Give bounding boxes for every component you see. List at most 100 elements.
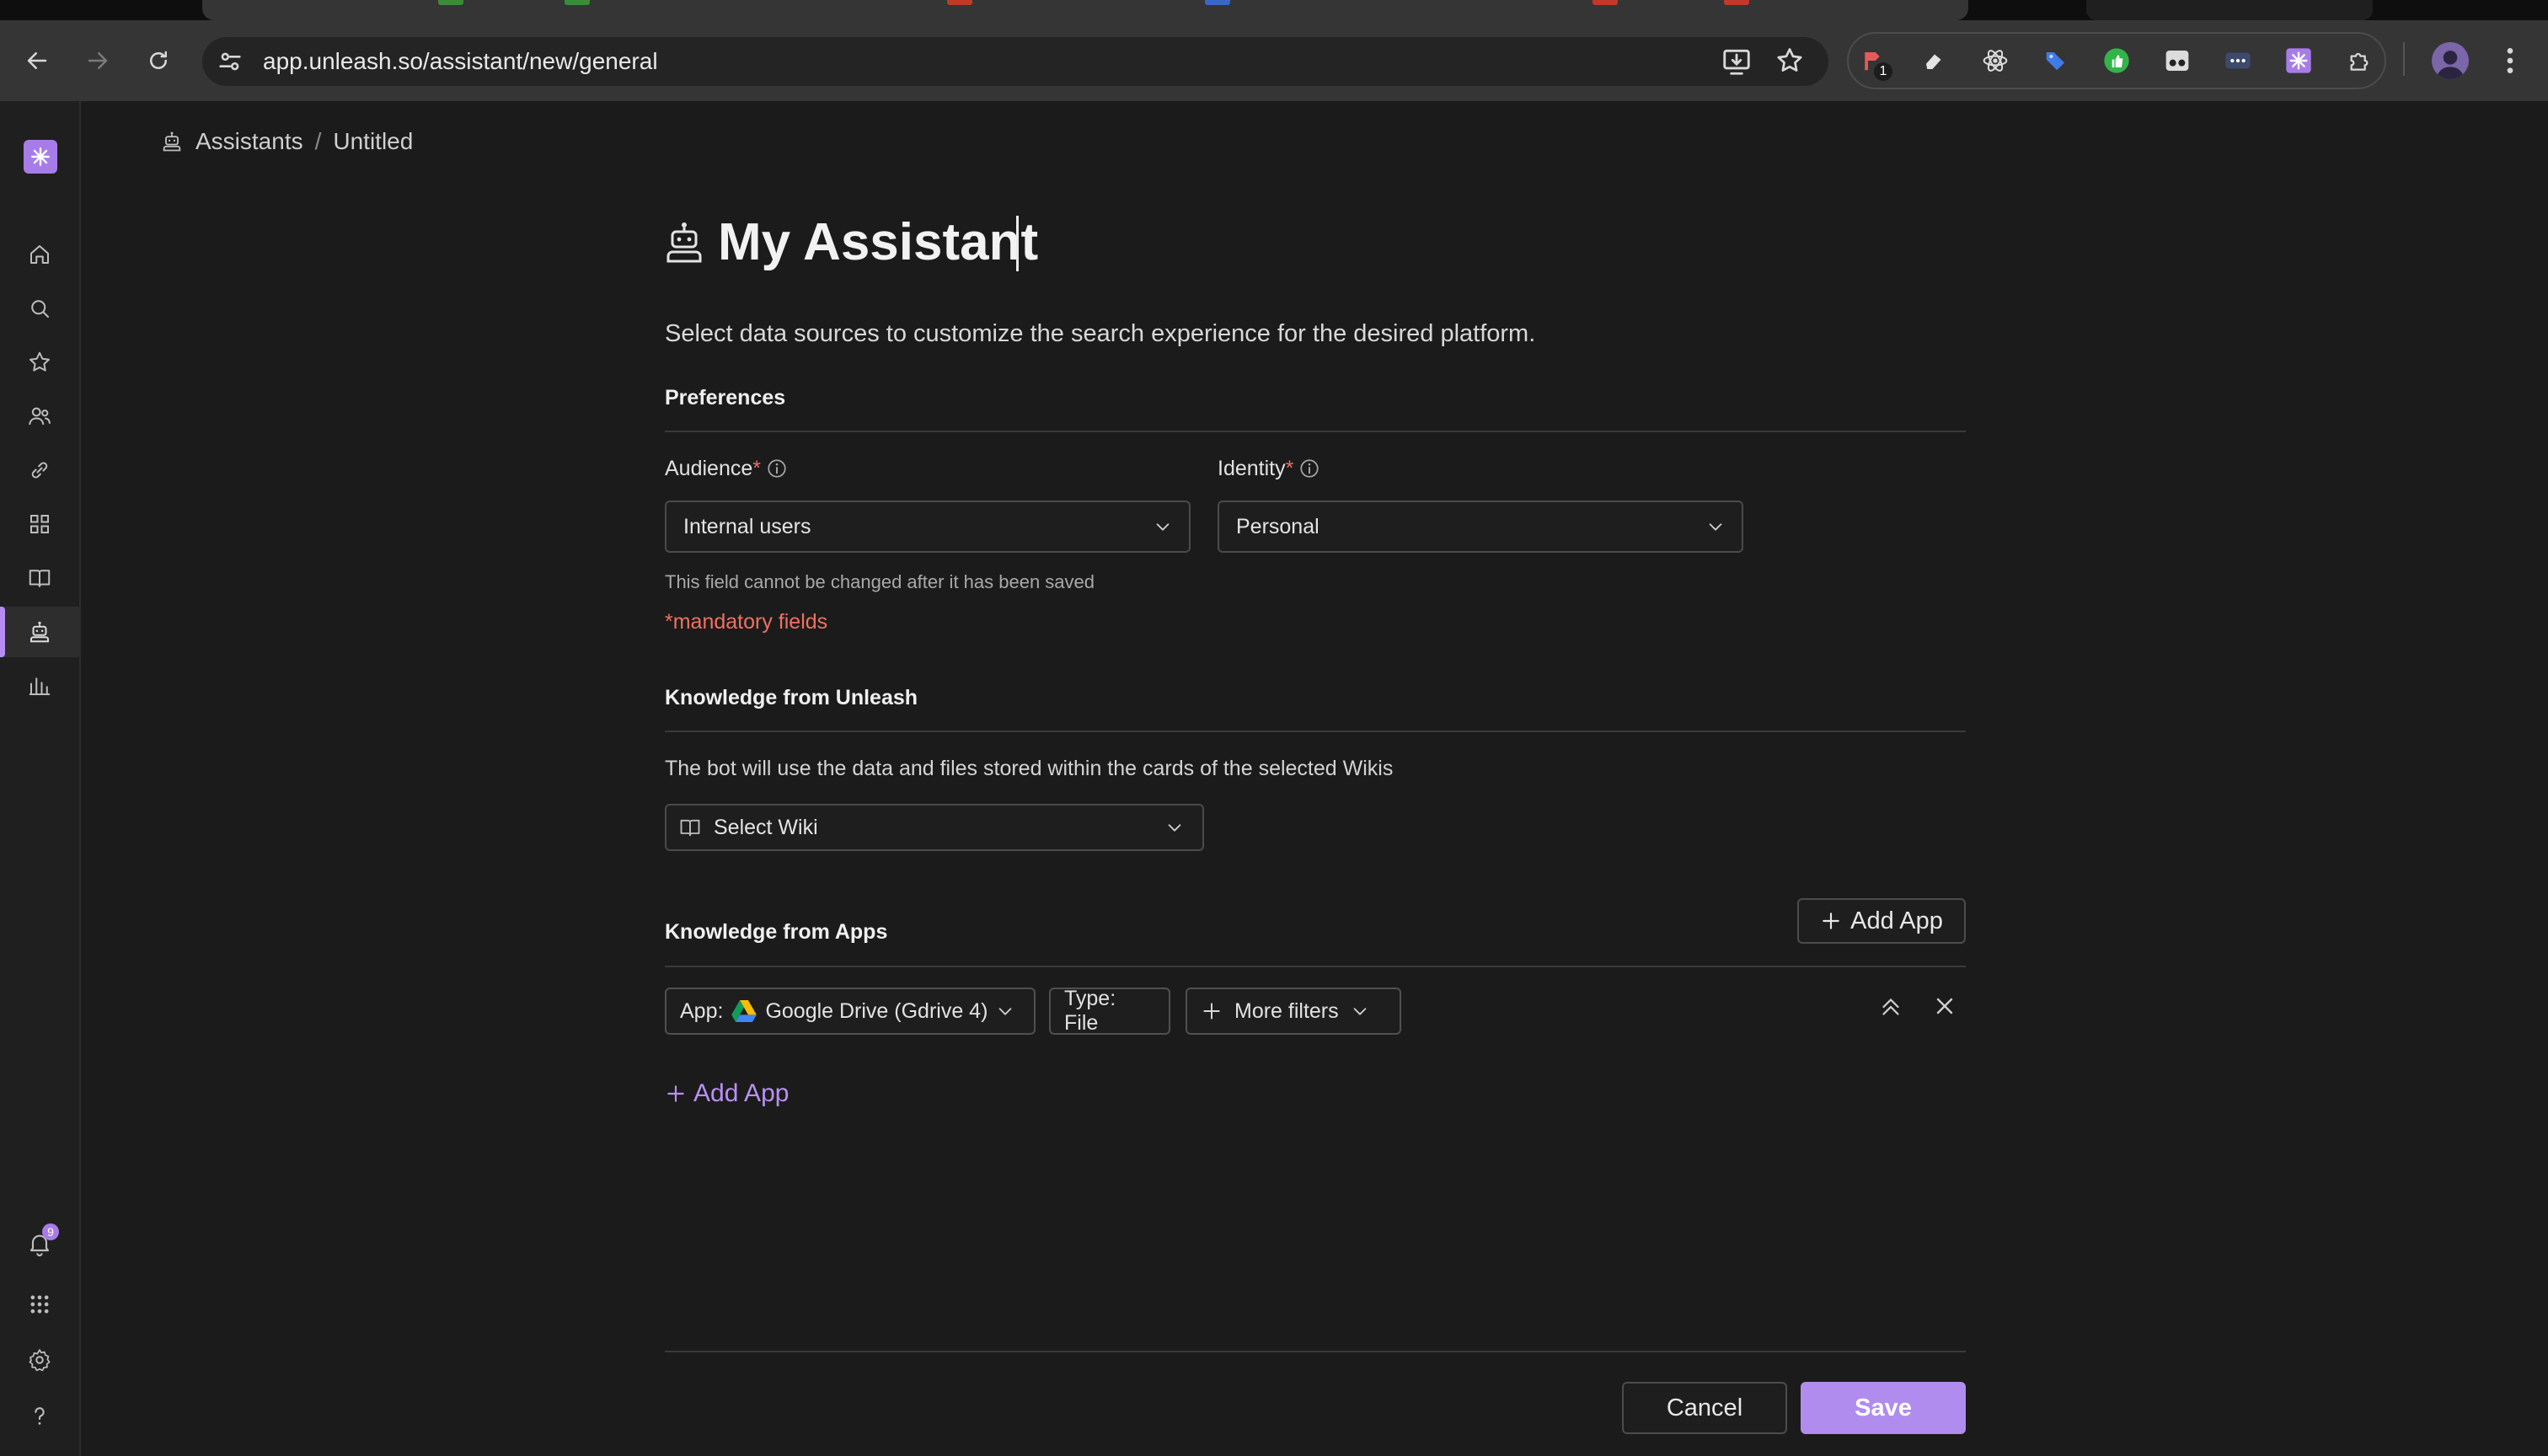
browser-menu-icon[interactable] <box>2499 44 2521 78</box>
audience-select[interactable]: Internal users <box>665 500 1191 553</box>
assistant-name-input[interactable]: My Assistant <box>718 209 1038 276</box>
browser-tab[interactable] <box>2086 0 2373 20</box>
unleash-logo-icon <box>31 147 50 166</box>
mandatory-fields-note: *mandatory fields <box>665 610 828 634</box>
star-icon <box>29 351 50 372</box>
notification-badge: 9 <box>42 1223 59 1240</box>
url-text[interactable]: app.unleash.so/assistant/new/general <box>263 44 658 79</box>
breadcrumb-assistants-link[interactable]: Assistants <box>195 128 303 155</box>
required-mark: * <box>1285 457 1294 480</box>
breadcrumb-separator: / <box>314 128 322 154</box>
arrow-left-icon <box>27 52 47 69</box>
sidebar-item-favorites[interactable] <box>0 337 79 388</box>
install-app-icon[interactable] <box>1721 46 1753 78</box>
reload-icon <box>150 51 167 69</box>
plus-icon <box>667 1085 684 1102</box>
sidebar-notifications[interactable] <box>0 1218 79 1269</box>
extension-unleash-icon[interactable] <box>2280 42 2317 79</box>
profile-avatar[interactable] <box>2432 42 2469 79</box>
assistant-avatar-icon[interactable] <box>664 221 704 265</box>
app-filter-chip[interactable]: App: Google Drive (Gdrive 4) <box>665 988 1036 1035</box>
close-icon <box>1936 998 1953 1014</box>
tab-favicon <box>565 0 590 5</box>
search-icon <box>31 300 49 318</box>
sidebar-item-assistants[interactable] <box>0 607 79 657</box>
info-icon[interactable] <box>766 458 788 479</box>
sidebar-item-search[interactable] <box>0 283 79 334</box>
sidebar-help[interactable] <box>0 1390 79 1441</box>
divider <box>665 731 1966 732</box>
audience-label: Audience * <box>665 455 788 482</box>
reload-button[interactable] <box>135 37 182 84</box>
unleash-logo[interactable] <box>24 140 57 174</box>
select-wiki-placeholder: Select Wiki <box>714 815 818 839</box>
bookmark-star-icon[interactable] <box>1774 46 1805 76</box>
knowledge-apps-heading: Knowledge from Apps <box>665 920 888 944</box>
back-button[interactable] <box>13 37 61 84</box>
audience-hint: This field cannot be changed after it ha… <box>665 571 1095 592</box>
people-icon <box>29 407 51 426</box>
text-cursor <box>1016 216 1019 271</box>
toolbar-divider <box>2403 42 2405 76</box>
forward-button[interactable] <box>74 37 121 84</box>
sidebar-item-home[interactable] <box>0 229 79 280</box>
add-app-button-label: Add App <box>1850 907 1943 934</box>
info-icon[interactable] <box>1298 458 1320 479</box>
save-button-label: Save <box>1855 1394 1912 1421</box>
sidebar-item-people[interactable] <box>0 391 79 442</box>
divider <box>665 431 1966 432</box>
sidebar-item-analytics[interactable] <box>0 661 79 711</box>
extension-eraser-icon[interactable] <box>1916 42 1953 79</box>
identity-select[interactable]: Personal <box>1218 500 1743 553</box>
footer-divider <box>665 1351 1966 1352</box>
sidebar-app-launcher[interactable] <box>0 1279 79 1330</box>
extension-thumbs-up-icon[interactable] <box>2098 42 2135 79</box>
sidebar-item-apps[interactable] <box>0 499 79 549</box>
type-filter-chip[interactable]: Type: File <box>1049 987 1170 1035</box>
browser-active-tab[interactable] <box>202 0 1968 20</box>
link-icon <box>31 462 48 479</box>
sidebar-settings[interactable] <box>0 1335 79 1385</box>
tab-favicon <box>1592 0 1618 5</box>
save-button[interactable]: Save <box>1801 1382 1966 1434</box>
sidebar-item-links[interactable] <box>0 445 79 495</box>
app-filter-prefix: App: <box>680 998 724 1023</box>
select-wiki-dropdown[interactable]: Select Wiki <box>665 804 1204 851</box>
breadcrumb: Assistants / Untitled <box>160 126 413 157</box>
tab-favicon <box>1205 0 1230 5</box>
add-app-button[interactable]: Add App <box>1797 898 1966 944</box>
remove-filter-button[interactable] <box>1931 993 1958 1020</box>
chevrons-up-icon <box>1882 998 1899 1015</box>
knowledge-unleash-description: The bot will use the data and files stor… <box>665 757 1394 780</box>
extension-more-icon[interactable] <box>2219 42 2256 79</box>
add-app-link[interactable]: Add App <box>665 1077 789 1111</box>
extensions-puzzle-icon[interactable] <box>2341 42 2378 79</box>
chevron-down-icon <box>1709 523 1722 531</box>
sidebar-item-wikis[interactable] <box>0 553 79 603</box>
question-icon <box>35 1407 45 1425</box>
robot-icon <box>163 131 181 152</box>
tab-favicon <box>1724 0 1749 5</box>
book-icon <box>29 570 51 587</box>
bar-chart-icon <box>29 677 51 695</box>
book-icon <box>680 819 700 837</box>
chevron-down-icon <box>1353 1008 1366 1015</box>
chevron-down-icon <box>1156 523 1170 531</box>
app-filter-value: Google Drive (Gdrive 4) <box>765 998 988 1023</box>
page-subtitle: Select data sources to customize the sea… <box>665 320 1536 347</box>
knowledge-unleash-heading: Knowledge from Unleash <box>665 686 918 709</box>
cancel-button[interactable]: Cancel <box>1622 1382 1787 1434</box>
avatar-icon <box>2436 51 2465 79</box>
collapse-filter-button[interactable] <box>1876 993 1905 1021</box>
site-settings-icon[interactable] <box>216 47 244 76</box>
required-mark: * <box>752 457 761 480</box>
extension-react-icon[interactable] <box>1977 42 2014 79</box>
add-app-link-label: Add App <box>693 1079 790 1107</box>
extension-glasses-icon[interactable] <box>2159 42 2196 79</box>
more-filters-button[interactable]: More filters <box>1186 988 1401 1035</box>
divider <box>665 966 1966 967</box>
google-drive-icon <box>731 1000 757 1022</box>
home-icon <box>30 245 49 264</box>
extension-tag-icon[interactable] <box>2037 42 2074 79</box>
extension-badge: 1 <box>1874 62 1892 81</box>
